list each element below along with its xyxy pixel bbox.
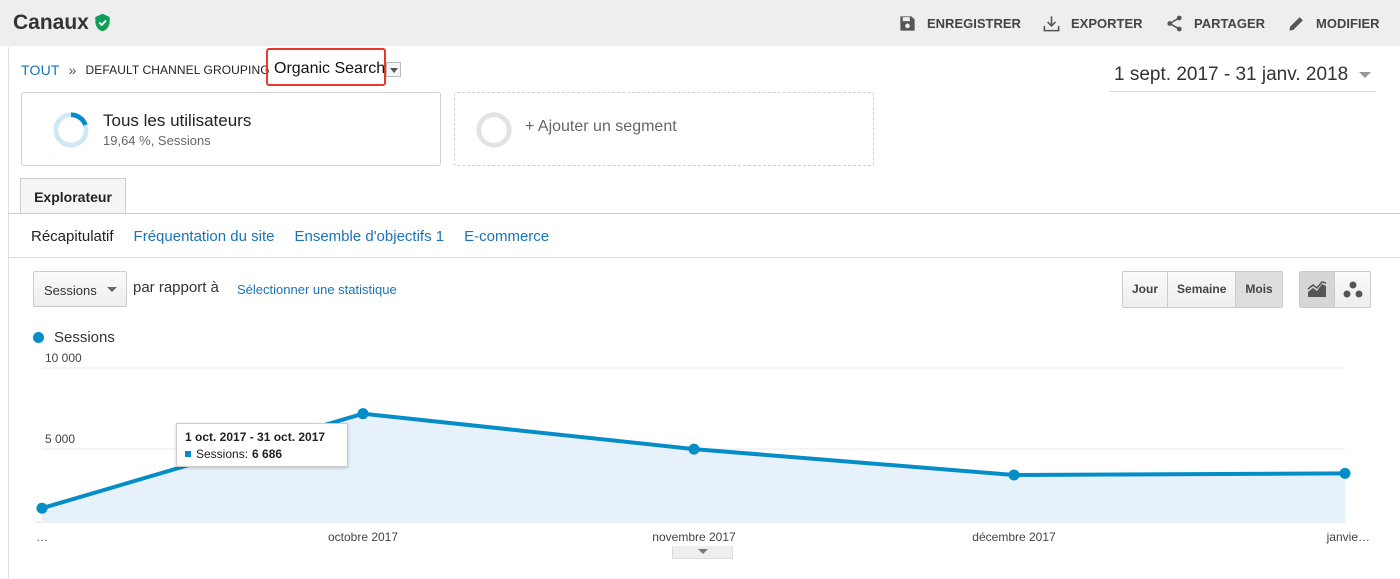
sub-tabs: Récapitulatif Fréquentation du site Ense… — [31, 228, 549, 245]
breadcrumb-channel-group: DEFAULT CHANNEL GROUPING — [85, 63, 270, 77]
compare-text: par rapport à — [133, 279, 219, 296]
export-label: EXPORTER — [1071, 15, 1143, 31]
x-tick-label: novembre 2017 — [652, 530, 736, 544]
period-toggle: Jour Semaine Mois — [1122, 271, 1283, 308]
save-button[interactable]: ENREGISTRER — [898, 12, 1021, 34]
y-tick-label: 10 000 — [45, 351, 82, 365]
tooltip-body: Sessions: 6 686 — [185, 447, 282, 461]
bubble-chart-icon — [1343, 281, 1362, 297]
segment-subtitle: 19,64 %, Sessions — [103, 133, 211, 148]
metric-select-value: Sessions — [44, 283, 97, 298]
date-range-text: 1 sept. 2017 - 31 janv. 2018 — [1114, 64, 1349, 85]
line-chart-icon — [1307, 280, 1327, 297]
tab-explorer[interactable]: Explorateur — [20, 178, 126, 214]
save-icon — [900, 15, 915, 31]
share-label: PARTAGER — [1194, 15, 1266, 31]
data-point — [36, 502, 48, 514]
breadcrumb-root-link[interactable]: TOUT — [21, 62, 60, 78]
period-day-button[interactable]: Jour — [1123, 272, 1169, 307]
x-tick-label: janvie… — [1326, 530, 1370, 544]
motion-chart-button[interactable] — [1335, 272, 1370, 307]
verified-shield-icon — [95, 13, 110, 32]
tooltip-title: 1 oct. 2017 - 31 oct. 2017 — [185, 430, 326, 444]
chart-legend: Sessions — [33, 329, 115, 346]
chevron-down-icon — [1359, 72, 1371, 78]
select-metric-link[interactable]: Sélectionner une statistique — [237, 282, 397, 297]
x-tick-label: décembre 2017 — [972, 530, 1056, 544]
add-segment-button[interactable]: + Ajouter un segment — [454, 92, 874, 166]
subtab-ecommerce[interactable]: E-commerce — [464, 228, 549, 245]
page-title: Canaux — [13, 11, 89, 34]
breadcrumb-separator: » — [68, 62, 77, 78]
legend-dot — [33, 332, 44, 343]
subtab-divider — [8, 257, 1400, 258]
breadcrumb-dropdown-button[interactable] — [386, 62, 401, 77]
chart-type-toggle — [1299, 271, 1371, 308]
x-tick-label: octobre 2017 — [328, 530, 398, 544]
chart-tooltip: 1 oct. 2017 - 31 oct. 2017 Sessions: 6 6… — [176, 423, 348, 467]
export-button[interactable]: EXPORTER — [1042, 12, 1143, 34]
y-tick-label: 5 000 — [45, 432, 75, 446]
segment-card-all-users[interactable]: Tous les utilisateurs 19,64 %, Sessions — [21, 92, 441, 166]
period-week-button[interactable]: Semaine — [1168, 272, 1237, 307]
x-tick-label: … — [36, 530, 48, 544]
edit-label: MODIFIER — [1316, 15, 1380, 31]
line-chart-button[interactable] — [1300, 272, 1335, 307]
data-point — [357, 408, 369, 420]
save-label: ENREGISTRER — [927, 15, 1021, 31]
legend-label: Sessions — [54, 329, 115, 346]
segment-title: Tous les utilisateurs — [103, 111, 252, 130]
data-point — [1008, 469, 1020, 481]
subtab-site-usage[interactable]: Fréquentation du site — [134, 228, 275, 245]
top-bar: Canaux ENREGISTRER EXPORTER PARTAGER MOD… — [0, 0, 1400, 46]
empty-segment-ring-icon — [476, 112, 512, 148]
date-range-picker[interactable]: 1 sept. 2017 - 31 janv. 2018 — [1109, 64, 1376, 92]
tooltip-value: 6 686 — [252, 447, 283, 461]
export-icon — [1043, 15, 1060, 31]
tooltip-series-swatch — [185, 451, 191, 457]
segment-donut-icon — [53, 112, 89, 148]
breadcrumb-current: Organic Search — [274, 60, 386, 77]
tooltip-label: Sessions: — [196, 447, 249, 461]
add-segment-label: + Ajouter un segment — [525, 118, 677, 135]
metric-select[interactable]: Sessions — [33, 271, 127, 307]
chart-expand-handle[interactable] — [672, 546, 733, 559]
breadcrumb: TOUT » DEFAULT CHANNEL GROUPING — [21, 62, 270, 78]
share-icon — [1167, 15, 1182, 31]
subtab-summary[interactable]: Récapitulatif — [31, 228, 114, 245]
chevron-down-icon — [107, 287, 117, 292]
share-button[interactable]: PARTAGER — [1165, 12, 1265, 34]
subtab-goal-set-1[interactable]: Ensemble d'objectifs 1 — [294, 228, 444, 245]
edit-icon — [1289, 16, 1303, 31]
period-month-button[interactable]: Mois — [1236, 272, 1282, 307]
edit-button[interactable]: MODIFIER — [1287, 12, 1380, 34]
tab-divider — [8, 213, 1400, 214]
data-point — [688, 443, 700, 455]
data-point — [1339, 467, 1351, 479]
